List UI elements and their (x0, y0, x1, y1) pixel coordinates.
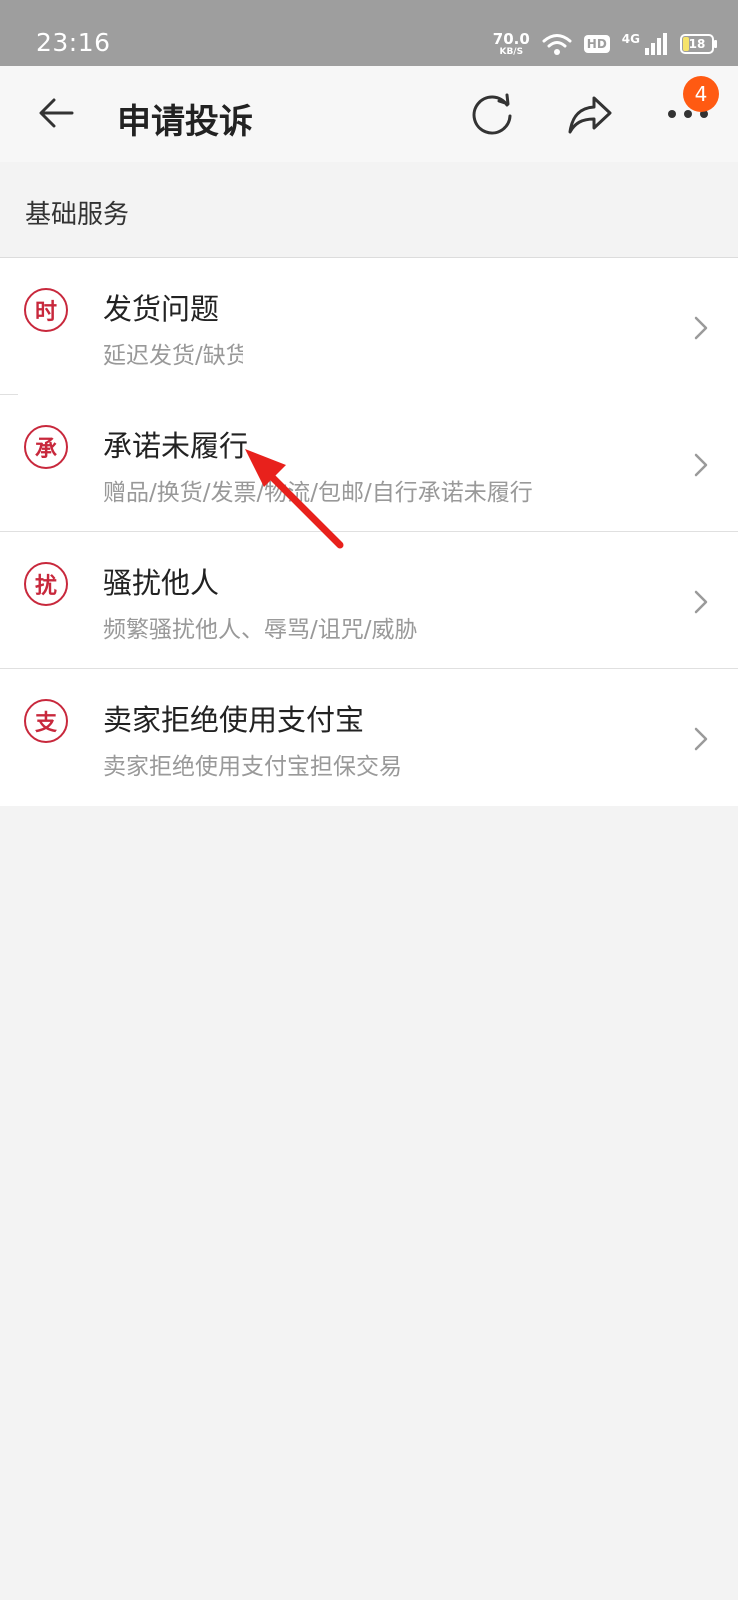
annotation-arrow-icon (245, 449, 344, 549)
